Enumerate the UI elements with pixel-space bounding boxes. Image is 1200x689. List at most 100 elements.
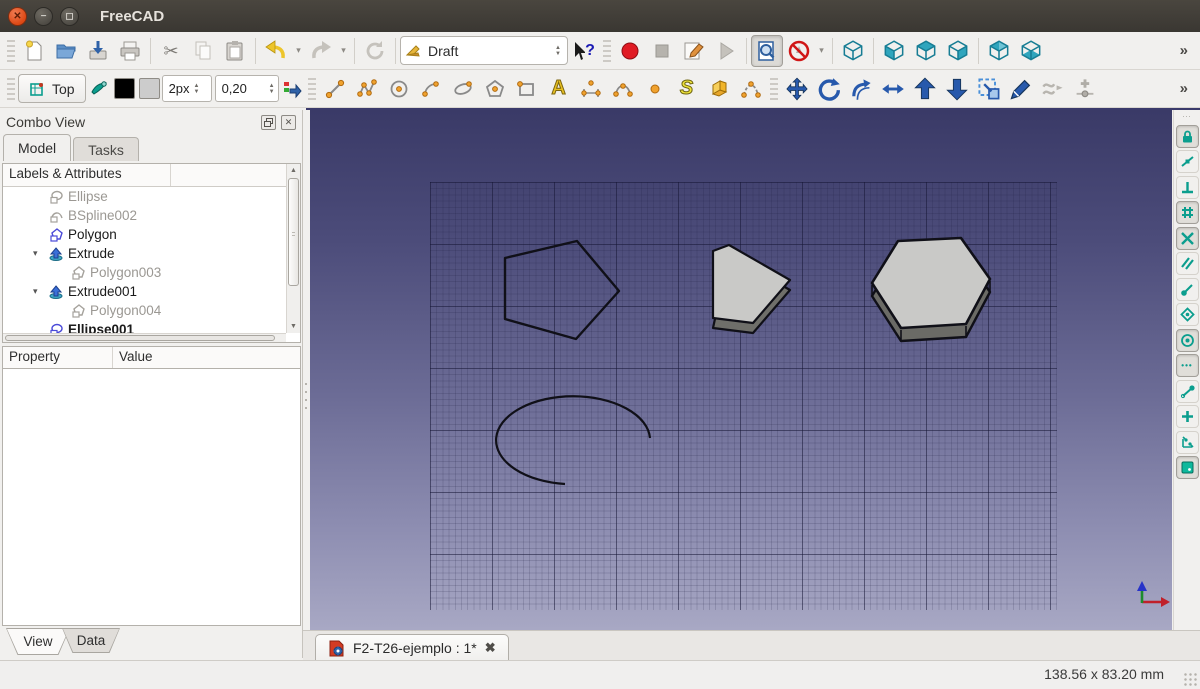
panel-close-button[interactable]: ✕ xyxy=(281,115,296,130)
tree-item-ellipse001[interactable]: Ellipse001 xyxy=(3,320,286,333)
redo-dropdown[interactable]: ▾ xyxy=(337,35,350,67)
view-top-button[interactable] xyxy=(910,35,942,67)
snap-parallel-button[interactable] xyxy=(1176,252,1199,275)
workbench-selector-spinner[interactable]: ▲▼ xyxy=(555,45,563,57)
view-rear-button[interactable] xyxy=(983,35,1015,67)
panel-float-button[interactable] xyxy=(261,115,276,130)
toolbar-handle[interactable] xyxy=(7,40,15,62)
draft-add-point-button[interactable] xyxy=(1069,73,1101,105)
view-axonometric-button[interactable] xyxy=(837,35,869,67)
resize-grip[interactable] xyxy=(1183,672,1197,686)
draft-bspline-button[interactable] xyxy=(607,73,639,105)
draw-style-button[interactable] xyxy=(783,35,815,67)
pentagon-wire[interactable] xyxy=(505,241,619,339)
document-tab[interactable]: F2-T26-ejemplo : 1* ✖ xyxy=(315,634,509,661)
macro-edit-button[interactable] xyxy=(678,35,710,67)
scroll-down-icon[interactable]: ▼ xyxy=(287,320,300,333)
draft-trimex-button[interactable] xyxy=(877,73,909,105)
snap-grid-button[interactable] xyxy=(1176,201,1199,224)
cut-button[interactable]: ✂ xyxy=(155,35,187,67)
view-front-button[interactable] xyxy=(878,35,910,67)
line-color-swatch[interactable] xyxy=(114,78,135,99)
draft-offset-button[interactable] xyxy=(845,73,877,105)
open-document-button[interactable] xyxy=(50,35,82,67)
snap-midpoint-button[interactable] xyxy=(1176,303,1199,326)
snap-working-plane-button[interactable] xyxy=(1176,456,1199,479)
working-plane-button[interactable]: Top xyxy=(18,74,86,103)
tree-item-ellipse[interactable]: Ellipse xyxy=(3,187,286,206)
snap-special-button[interactable] xyxy=(1176,405,1199,428)
undo-dropdown[interactable]: ▾ xyxy=(292,35,305,67)
new-document-button[interactable] xyxy=(18,35,50,67)
global-scale-spinbox[interactable]: 0,20 ▲▼ xyxy=(215,75,279,102)
snap-near-button[interactable] xyxy=(1176,150,1199,173)
draft-downgrade-button[interactable] xyxy=(941,73,973,105)
macro-stop-button[interactable] xyxy=(646,35,678,67)
extruded-hexagon[interactable] xyxy=(872,238,990,341)
document-tab-close-button[interactable]: ✖ xyxy=(485,640,496,656)
draft-wire-to-bspline-button[interactable] xyxy=(1037,73,1069,105)
toolbar-handle[interactable]: ⋯ xyxy=(1182,112,1192,122)
draft-scale-button[interactable] xyxy=(973,73,1005,105)
print-button[interactable] xyxy=(114,35,146,67)
property-column-header[interactable]: Property xyxy=(3,347,113,368)
line-width-spinbox[interactable]: 2px ▲▼ xyxy=(162,75,212,102)
scrollbar-thumb[interactable] xyxy=(288,178,299,286)
copy-button[interactable] xyxy=(187,35,219,67)
expander-icon[interactable]: ▾ xyxy=(33,248,38,259)
snap-endpoint-button[interactable] xyxy=(1176,278,1199,301)
tree-item-polygon[interactable]: Polygon xyxy=(3,225,286,244)
draft-point-button[interactable] xyxy=(639,73,671,105)
draft-wire-button[interactable] xyxy=(351,73,383,105)
property-table-body[interactable] xyxy=(2,369,301,626)
toolbar-overflow-button[interactable]: » xyxy=(1180,80,1196,97)
whats-this-button[interactable]: ? xyxy=(568,35,600,67)
tree-horizontal-scrollbar[interactable] xyxy=(3,333,286,342)
macro-play-button[interactable] xyxy=(710,35,742,67)
draft-bezier-button[interactable] xyxy=(735,73,767,105)
tree-vertical-scrollbar[interactable]: ▲ ▼ xyxy=(286,164,300,333)
panel-splitter[interactable] xyxy=(303,383,310,413)
global-scale-spin-arrows[interactable]: ▲▼ xyxy=(269,83,275,95)
draft-circle-button[interactable] xyxy=(383,73,415,105)
snap-perpendicular-button[interactable] xyxy=(1176,176,1199,199)
ellipse-arc[interactable] xyxy=(496,396,650,484)
draft-rotate-button[interactable] xyxy=(813,73,845,105)
paste-button[interactable] xyxy=(219,35,251,67)
toolbar-handle[interactable] xyxy=(7,78,15,100)
tab-view[interactable]: View xyxy=(6,628,70,655)
snap-angle-button[interactable] xyxy=(1176,380,1199,403)
draw-style-dropdown[interactable]: ▾ xyxy=(815,35,828,67)
tab-tasks[interactable]: Tasks xyxy=(73,137,139,161)
window-minimize-button[interactable]: − xyxy=(34,7,53,26)
snap-lock-button[interactable] xyxy=(1176,125,1199,148)
scroll-up-icon[interactable]: ▲ xyxy=(287,164,300,177)
draft-text-button[interactable]: A xyxy=(543,73,575,105)
construction-mode-button[interactable] xyxy=(86,73,112,105)
draft-polygon-button[interactable] xyxy=(479,73,511,105)
viewport-3d[interactable]: x xyxy=(310,110,1172,630)
snap-center-button[interactable] xyxy=(1176,329,1199,352)
view-right-button[interactable] xyxy=(942,35,974,67)
draft-dimension-button[interactable] xyxy=(575,73,607,105)
scrollbar-thumb[interactable] xyxy=(5,335,275,341)
face-color-swatch[interactable] xyxy=(139,78,160,99)
draft-upgrade-button[interactable] xyxy=(909,73,941,105)
draft-move-button[interactable] xyxy=(781,73,813,105)
toolbar-overflow-button[interactable]: » xyxy=(1180,42,1196,59)
tree-item-bspline002[interactable]: BSpline002 xyxy=(3,206,286,225)
redo-button[interactable] xyxy=(305,35,337,67)
save-document-button[interactable] xyxy=(82,35,114,67)
tab-model[interactable]: Model xyxy=(3,134,71,161)
undo-button[interactable] xyxy=(260,35,292,67)
apply-style-button[interactable] xyxy=(279,73,305,105)
fit-all-button[interactable] xyxy=(751,35,783,67)
snap-dimensions-button[interactable] xyxy=(1176,431,1199,454)
draft-shapestring-button[interactable]: S xyxy=(671,73,703,105)
toolbar-handle[interactable] xyxy=(603,40,611,62)
window-maximize-button[interactable]: ◻ xyxy=(60,7,79,26)
toolbar-handle[interactable] xyxy=(770,78,778,100)
draft-edit-button[interactable] xyxy=(1005,73,1037,105)
macro-record-button[interactable] xyxy=(614,35,646,67)
window-close-button[interactable]: ✕ xyxy=(8,7,27,26)
